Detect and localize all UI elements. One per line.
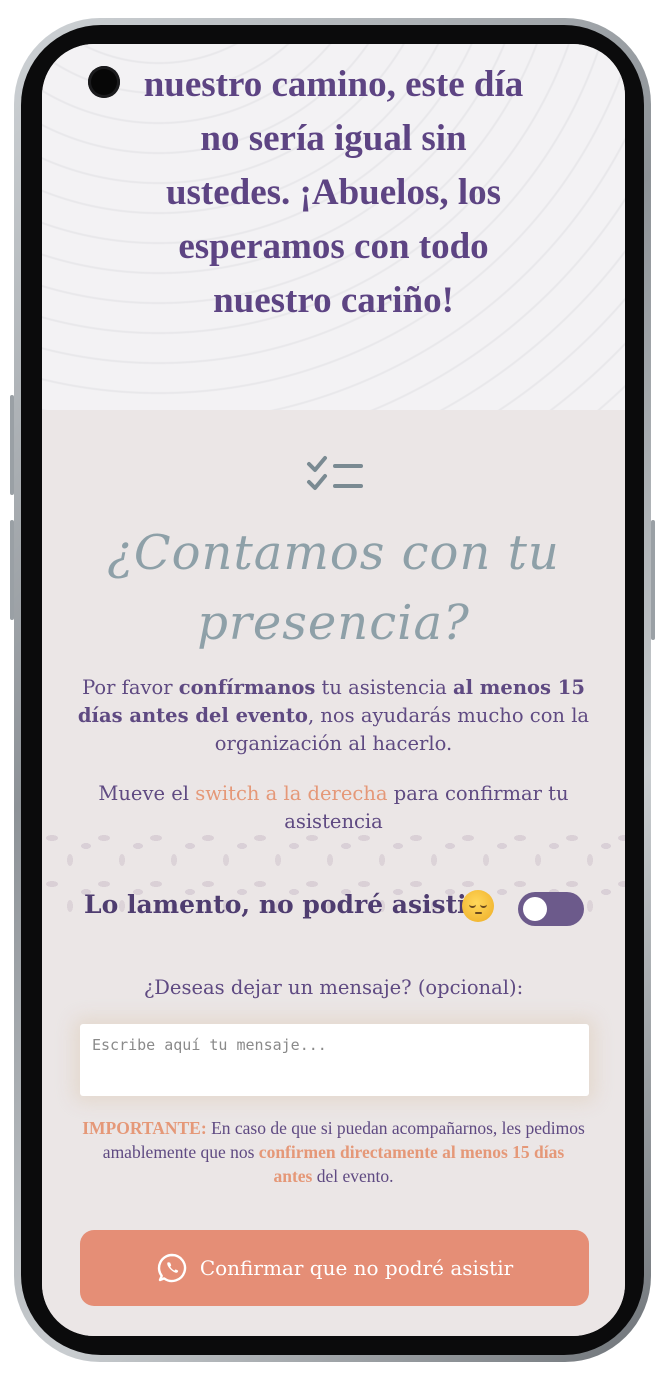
phone-side-button [10,395,14,495]
intro-bold: confírmanos [178,676,316,699]
front-camera [88,66,120,98]
switch-knob[interactable] [523,897,547,921]
hero-section: nuestro camino, este día no sería igual … [42,44,625,410]
rsvp-title-line1: ¿Contamos con tu [107,525,560,581]
confirm-button-label: Confirmar que no podré asistir [199,1256,514,1280]
hero-line-cut [82,44,585,48]
message-input[interactable] [80,1024,589,1096]
rsvp-section: ¿Contamos con tu presencia? Por favor co… [42,410,625,1336]
hero-line: nuestro cariño! [213,280,454,321]
rsvp-title-line2: presencia? [197,595,470,651]
intro-text: Por favor [82,676,179,699]
rsvp-title: ¿Contamos con tu presencia? [82,518,585,658]
whatsapp-icon [157,1253,187,1283]
attendance-switch[interactable] [518,892,584,926]
important-text: del evento. [312,1166,394,1186]
hero-line: esperamos con todo [178,226,489,267]
message-label: ¿Deseas dejar un mensaje? (opcional): [143,976,524,999]
intro-text: tu asistencia [315,676,453,699]
sad-emoji-icon [462,890,494,922]
screen: nuestro camino, este día no sería igual … [42,44,625,1336]
hero-line: no sería igual sin [200,118,467,159]
phone-side-button [651,520,655,640]
hero-message: nuestro camino, este día no sería igual … [82,58,585,328]
toggle-label: Lo lamento, no podré asistir [84,890,480,919]
check-list-icon [307,456,363,490]
phone-side-button [10,520,14,620]
confirm-not-attending-button[interactable]: Confirmar que no podré asistir [80,1230,589,1306]
hint-text: Mueve el [98,782,196,805]
attendance-toggle-row: Lo lamento, no podré asistir [42,880,625,930]
hero-line: ustedes. ¡Abuelos, los [165,172,502,213]
hero-line: nuestro camino, este día [143,64,524,105]
important-label: IMPORTANTE: [82,1118,207,1138]
hint-accent: switch a la derecha [195,782,388,805]
important-note: IMPORTANTE: En caso de que si puedan aco… [82,1116,585,1188]
important-accent: confirmen directamente al menos 15 días … [258,1142,565,1186]
rsvp-intro: Por favor confírmanos tu asistencia al m… [72,674,595,758]
